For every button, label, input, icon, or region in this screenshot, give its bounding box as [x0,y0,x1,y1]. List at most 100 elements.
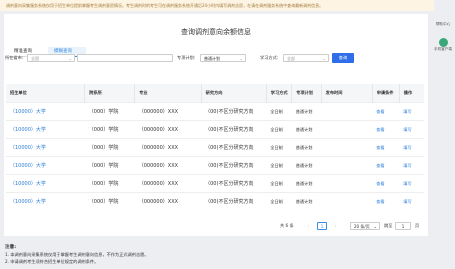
pagination: 共 6 条 ‹ 1 › 20 条/页 ⌄ 跳至 1 页 [280,222,430,231]
cell-school: （10000）大学 [6,138,85,157]
cell-plan: 普通计划 [291,156,322,175]
phone-icon [438,38,448,47]
col-major: 专业 [134,84,202,103]
mobile-app-link[interactable]: 手机客户端 [432,38,454,52]
cell-school: （10000）大学 [6,192,85,210]
col-dept: 院系所 [84,84,136,103]
cell-direction: （00)不区分研究方向 [201,102,267,121]
view-conditions-link[interactable]: 查看 [372,138,400,157]
fill-link[interactable]: 填写 [399,174,424,193]
chevron-down-icon: ⌄ [239,56,243,61]
cell-major: （000000）XXX [134,156,202,175]
mobile-app-label: 手机客户端 [434,47,452,51]
cell-dept: （000）学院 [84,120,135,139]
cell-direction: （00)不区分研究方向 [201,120,267,139]
notes-title: 注意: [5,245,17,250]
goto-label: 跳至 [384,223,393,228]
view-conditions-link[interactable]: 查看 [372,192,400,210]
cell-major: （000000）XXX [134,120,202,139]
cell-plan: 普通计划 [291,120,322,139]
cell-dept: （000）学院 [84,138,135,157]
table-row: （10000）大学 （000）学院 （000000）XXX （00)不区分研究方向 全日… [6,102,424,121]
chevron-down-icon: ⌄ [322,56,326,61]
view-conditions-link[interactable]: 查看 [372,120,400,139]
goto-suffix: 页 [415,223,420,228]
cell-time [321,156,373,175]
col-conditions: 申请条件 [372,84,400,103]
cell-school: （10000）大学 [6,174,85,193]
plan-select[interactable]: 普通计划 ⌄ [200,54,246,62]
cell-mode: 全日制 [266,174,292,193]
cell-time [321,120,373,139]
col-plan: 专项计划 [291,84,322,103]
school-input[interactable] [77,54,173,62]
prev-page-button[interactable]: ‹ [304,222,313,230]
filter-bar: 所在省市: 全国 ⌄ 专项计划: 普通计划 ⌄ 学习方式: 全部 ⌄ [5,54,435,62]
cell-mode: 全日制 [266,138,292,157]
cell-dept: （000）学院 [84,192,135,210]
plan-label: 专项计划: [177,55,196,60]
help-center-label: 帮助中心 [435,22,451,26]
note-line-2: 2. 申请调剂考生须符合招生单位规定的调剂条件。 [5,259,99,264]
page-size-select[interactable]: 20 条/页 ⌄ [350,222,380,230]
chevron-down-icon: ⌄ [68,56,72,61]
cell-dept: （000）学院 [84,174,135,193]
cell-major: （000000）XXX [134,174,202,193]
fill-link[interactable]: 填写 [399,120,424,139]
chevron-down-icon: ⌄ [373,224,377,229]
help-center-link[interactable]: 帮助中心 [432,22,454,27]
cell-time [321,174,373,193]
fill-link[interactable]: 填写 [399,156,424,175]
cell-dept: （000）学院 [84,102,135,121]
results-table: 招生单位 院系所 专业 研究方向 学习方式 专项计划 发布时间 申请条件 操作 … [6,84,424,210]
province-label: 所在省市: [5,55,24,60]
table-row: （10000）大学 （000）学院 （000000）XXX （00)不区分研究方向 全日… [6,138,424,157]
cell-plan: 普通计划 [291,102,322,121]
cell-direction: （00)不区分研究方向 [201,156,267,175]
col-school: 招生单位 [6,84,86,103]
cell-school: （10000）大学 [6,102,85,121]
note-line-1: 1. 本调剂意向采集系统仅用于掌握考生调剂意向信息，不作为正式调剂志愿。 [5,252,149,257]
fill-link[interactable]: 填写 [399,138,424,157]
col-direction: 研究方向 [201,84,267,103]
cell-mode: 全日制 [266,102,292,121]
cell-time [321,102,373,121]
cell-mode: 全日制 [266,156,292,175]
cell-school: （10000）大学 [6,156,85,175]
col-mode: 学习方式 [266,84,293,103]
cell-direction: （00)不区分研究方向 [201,138,267,157]
cell-mode: 全日制 [266,120,292,139]
goto-page-input[interactable]: 1 [395,222,411,230]
page-1-button[interactable]: 1 [317,222,327,230]
cell-direction: （00)不区分研究方向 [201,192,267,210]
fill-link[interactable]: 填写 [399,102,424,121]
table-row: （10000）大学 （000）学院 （000000）XXX （00)不区分研究方向 全日… [6,156,424,175]
next-page-button[interactable]: › [331,222,340,230]
province-select[interactable]: 全国 ⌄ [27,54,75,62]
cell-time [321,138,373,157]
fill-link[interactable]: 填写 [399,192,424,210]
view-conditions-link[interactable]: 查看 [372,102,400,121]
cell-time [321,192,373,210]
cell-dept: （000）学院 [84,156,135,175]
query-button[interactable]: 查询 [332,53,354,63]
table-row: （10000）大学 （000）学院 （000000）XXX （00)不区分研究方向 全日… [6,120,424,139]
table-row: （10000）大学 （000）学院 （000000）XXX （00)不区分研究方向 全日… [6,192,424,210]
cell-major: （000000）XXX [134,192,202,210]
notes-section: 注意: 1. 本调剂意向采集系统仅用于掌握考生调剂意向信息，不作为正式调剂志愿。… [5,244,149,265]
cell-major: （000000）XXX [134,138,202,157]
cell-plan: 普通计划 [291,174,322,193]
mode-select[interactable]: 全部 ⌄ [283,54,329,62]
cell-plan: 普通计划 [291,138,322,157]
notice-banner: 调剂意向采集服务系统仅用于招生单位提前掌握考生调剂意愿情况。考生调剂时的考生可在… [0,0,434,11]
col-time: 发布时间 [321,84,373,103]
cell-major: （000000）XXX [134,102,202,121]
table-row: （10000）大学 （000）学院 （000000）XXX （00)不区分研究方向 全日… [6,174,424,193]
view-conditions-link[interactable]: 查看 [372,174,400,193]
table-header-row: 招生单位 院系所 专业 研究方向 学习方式 专项计划 发布时间 申请条件 操作 [6,84,424,103]
total-count: 共 6 条 [280,223,294,228]
view-conditions-link[interactable]: 查看 [372,156,400,175]
cell-mode: 全日制 [266,192,292,210]
cell-school: （10000）大学 [6,120,85,139]
page-title: 查询调剂意向余额信息 [181,28,251,36]
